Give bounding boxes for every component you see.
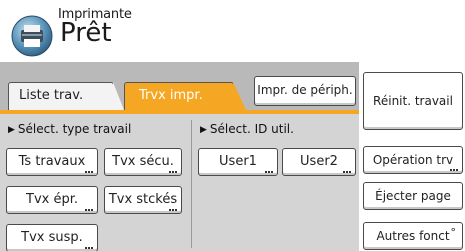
tvx-epr-label: Tvx épr. [26, 192, 78, 207]
tvx-stckes-label: Tvx stckés [108, 192, 178, 207]
job-type-label-text: Sélect. type travail [17, 122, 132, 136]
impr-periph-label: Impr. de périph. [257, 83, 353, 97]
tvx-susp-button[interactable]: Tvx susp. [6, 224, 98, 251]
reinit-travail-button[interactable]: Réinit. travail [363, 72, 463, 130]
operation-trv-button[interactable]: Opération trv [363, 146, 463, 174]
printer-icon [10, 14, 54, 58]
triangle-right-icon: ▶ [200, 125, 207, 135]
more-dots-icon [169, 171, 177, 173]
side-panel: Réinit. travail Opération trv Éjecter pa… [359, 62, 465, 251]
tvx-stckes-button[interactable]: Tvx stckés [104, 186, 182, 214]
ts-travaux-button[interactable]: Ts travaux [6, 148, 98, 176]
user1-label: User1 [219, 154, 257, 169]
ejecter-page-button[interactable]: Éjecter page [363, 182, 463, 210]
reinit-travail-label: Réinit. travail [373, 94, 453, 108]
autres-fonct-label: Autres fonct [376, 229, 450, 243]
ts-travaux-label: Ts travaux [18, 154, 86, 169]
status-text: Prêt [60, 18, 112, 48]
tab-trvx-impr-label: Trvx impr. [139, 88, 203, 103]
triangle-right-icon: ▶ [8, 125, 15, 135]
job-panel: Liste trav. Trvx impr. Impr. de périph. … [0, 62, 359, 251]
ejecter-page-label: Éjecter page [375, 189, 451, 203]
tab-liste-trav-label: Liste trav. [19, 88, 84, 103]
more-dots-icon [450, 169, 458, 171]
more-dots-icon [169, 209, 177, 211]
tab-liste-trav[interactable]: Liste trav. [8, 82, 124, 110]
more-dots-icon [85, 171, 93, 173]
user2-label: User2 [300, 154, 338, 169]
more-dots-icon [265, 171, 273, 173]
job-type-section-label: ▶ Sélect. type travail [8, 122, 131, 136]
autres-fonct-button[interactable]: Autres fonct ° [363, 222, 463, 250]
tvx-epr-button[interactable]: Tvx épr. [6, 186, 98, 214]
user2-button[interactable]: User2 [282, 148, 356, 176]
operation-trv-label: Opération trv [372, 153, 454, 167]
tab-underline [0, 110, 359, 114]
degree-mark-icon: ° [450, 226, 457, 239]
more-dots-icon [85, 247, 93, 249]
user-id-section-label: ▶ Sélect. ID util. [200, 122, 294, 136]
tvx-susp-label: Tvx susp. [21, 230, 83, 245]
more-dots-icon [343, 171, 351, 173]
user1-button[interactable]: User1 [198, 148, 278, 176]
tvx-secu-button[interactable]: Tvx sécu. [104, 148, 182, 176]
impr-periph-button[interactable]: Impr. de périph. [254, 76, 356, 106]
more-dots-icon [85, 209, 93, 211]
tab-trvx-impr[interactable]: Trvx impr. [124, 82, 246, 110]
user-id-label-text: Sélect. ID util. [209, 122, 294, 136]
tvx-secu-label: Tvx sécu. [112, 154, 174, 169]
header: Imprimante Prêt [0, 0, 465, 62]
section-divider [191, 120, 192, 248]
